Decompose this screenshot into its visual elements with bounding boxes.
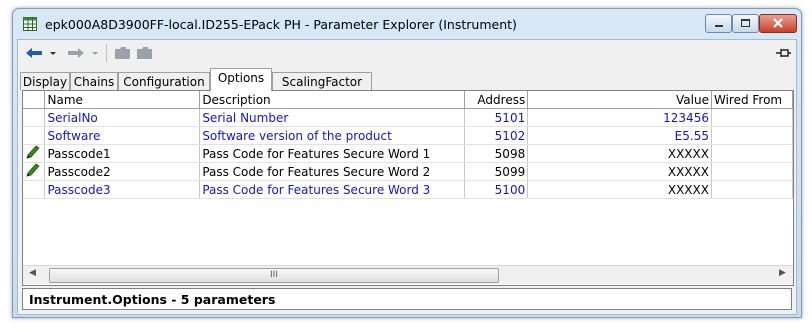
name-cell[interactable]: Passcode3 xyxy=(44,180,201,199)
address-cell: 5098 xyxy=(464,144,529,163)
maximize-button[interactable] xyxy=(732,14,759,33)
value-cell[interactable]: 123456 xyxy=(527,108,712,127)
table-row[interactable]: Passcode3 Pass Code for Features Secure … xyxy=(23,180,794,199)
folder-icon[interactable] xyxy=(114,44,132,62)
address-cell: 5099 xyxy=(464,162,529,181)
tab-chains[interactable]: Chains xyxy=(70,72,118,90)
pin-icon[interactable] xyxy=(774,44,792,62)
minimize-icon xyxy=(715,25,723,27)
explorer-body: Display Chains Configuration Options Sca… xyxy=(17,39,797,315)
close-button[interactable] xyxy=(759,14,797,33)
forward-dropdown-icon[interactable] xyxy=(90,44,100,62)
description-column-header[interactable]: Description xyxy=(199,91,466,109)
wired-from-cell[interactable] xyxy=(711,162,794,181)
wired-from-column-header[interactable]: Wired From xyxy=(711,91,794,109)
tab-display[interactable]: Display xyxy=(20,72,70,90)
value-cell[interactable]: XXXXX xyxy=(527,144,712,163)
grid-header-row: Name Description Address Value Wired Fro… xyxy=(23,91,794,109)
table-row[interactable]: Passcode2 Pass Code for Features Secure … xyxy=(23,162,794,181)
back-arrow-icon[interactable] xyxy=(24,44,44,62)
horizontal-scrollbar[interactable]: ◀ III ▶ xyxy=(23,265,793,284)
scroll-right-icon[interactable]: ▶ xyxy=(779,268,786,278)
row-icon-cell xyxy=(23,162,46,181)
window-title: epk000A8D3900FF-local.ID255-EPack PH - P… xyxy=(45,17,517,32)
minimize-button[interactable] xyxy=(705,14,732,33)
row-icon-cell xyxy=(23,180,46,199)
name-cell[interactable]: SerialNo xyxy=(44,108,201,127)
forward-arrow-icon[interactable] xyxy=(66,44,86,62)
close-icon xyxy=(773,18,783,28)
description-cell: Serial Number xyxy=(199,108,466,127)
wired-from-cell[interactable] xyxy=(711,180,794,199)
address-cell: 5101 xyxy=(464,108,529,127)
name-cell[interactable]: Passcode1 xyxy=(44,144,201,163)
value-cell[interactable]: XXXXX xyxy=(527,162,712,181)
row-icon-cell xyxy=(23,108,46,127)
scroll-left-icon[interactable]: ◀ xyxy=(29,268,36,278)
name-column-header[interactable]: Name xyxy=(44,91,201,109)
table-row[interactable]: SerialNo Serial Number 5101 123456 xyxy=(23,108,794,127)
pencil-icon xyxy=(26,145,40,159)
table-icon xyxy=(23,17,37,31)
toolbar xyxy=(18,40,796,66)
parameter-explorer-window: epk000A8D3900FF-local.ID255-EPack PH - P… xyxy=(12,8,802,318)
table-row[interactable]: Software Software version of the product… xyxy=(23,126,794,145)
address-column-header[interactable]: Address xyxy=(464,91,529,109)
wired-from-cell[interactable] xyxy=(711,126,794,145)
value-column-header[interactable]: Value xyxy=(527,91,712,109)
value-cell[interactable]: XXXXX xyxy=(527,180,712,199)
description-cell: Pass Code for Features Secure Word 3 xyxy=(199,180,466,199)
status-bar: Instrument.Options - 5 parameters xyxy=(22,288,792,310)
back-dropdown-icon[interactable] xyxy=(48,44,58,62)
value-cell[interactable]: E5.55 xyxy=(527,126,712,145)
title-bar[interactable]: epk000A8D3900FF-local.ID255-EPack PH - P… xyxy=(13,9,801,41)
wired-from-cell[interactable] xyxy=(711,144,794,163)
address-cell: 5102 xyxy=(464,126,529,145)
description-cell: Pass Code for Features Secure Word 2 xyxy=(199,162,466,181)
maximize-icon xyxy=(741,19,750,27)
description-cell: Pass Code for Features Secure Word 1 xyxy=(199,144,466,163)
wired-from-cell[interactable] xyxy=(711,108,794,127)
tab-configuration[interactable]: Configuration xyxy=(118,72,210,90)
description-cell: Software version of the product xyxy=(199,126,466,145)
pencil-icon xyxy=(26,163,40,177)
table-row[interactable]: Passcode1 Pass Code for Features Secure … xyxy=(23,144,794,163)
parameter-grid: Name Description Address Value Wired Fro… xyxy=(22,90,794,286)
tab-scalingfactor[interactable]: ScalingFactor xyxy=(272,72,372,90)
tab-strip: Display Chains Configuration Options Sca… xyxy=(18,68,796,91)
row-icon-header xyxy=(23,91,46,109)
toolbar-separator xyxy=(106,44,107,62)
name-cell[interactable]: Software xyxy=(44,126,201,145)
folder-up-icon[interactable] xyxy=(136,44,154,62)
row-icon-cell xyxy=(23,126,46,145)
tab-options[interactable]: Options xyxy=(210,68,272,91)
scrollbar-thumb[interactable]: III xyxy=(49,268,499,283)
address-cell: 5100 xyxy=(464,180,529,199)
name-cell[interactable]: Passcode2 xyxy=(44,162,201,181)
row-icon-cell xyxy=(23,144,46,163)
